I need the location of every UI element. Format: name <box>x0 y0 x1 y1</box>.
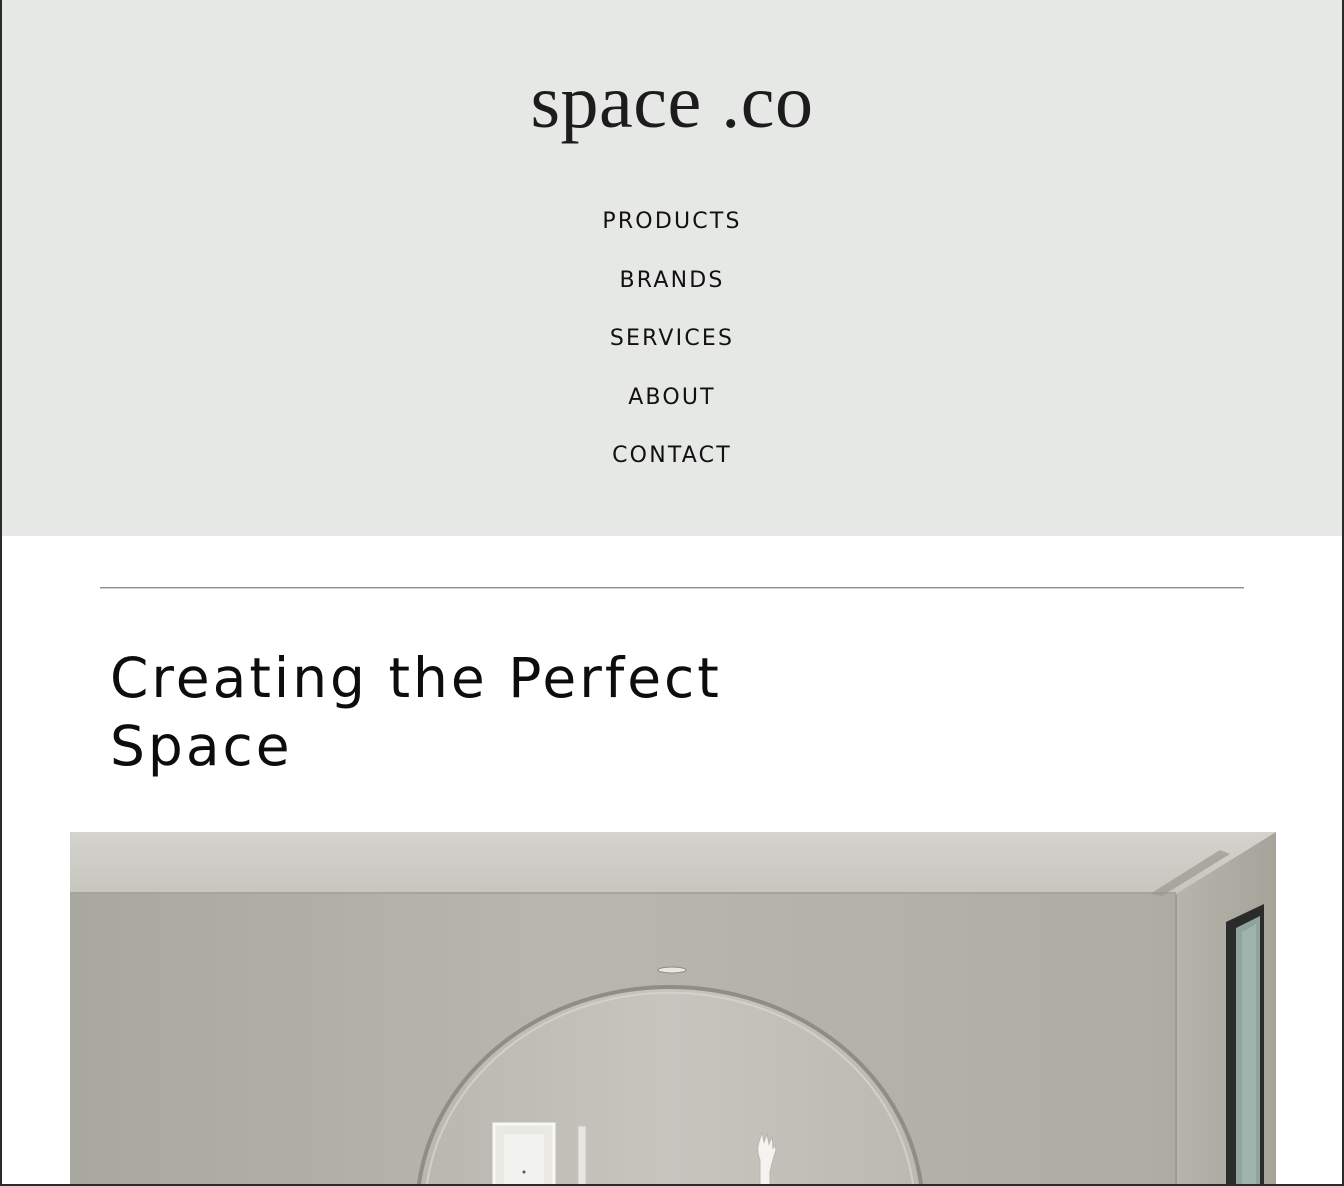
nav-link-about[interactable]: ABOUT <box>628 378 716 437</box>
nav-item-about: ABOUT <box>2 378 1342 437</box>
main-nav: PRODUCTS BRANDS SERVICES ABOUT CONTACT <box>2 202 1342 495</box>
nav-item-services: SERVICES <box>2 319 1342 378</box>
nav-link-contact[interactable]: CONTACT <box>612 436 732 495</box>
section-divider <box>100 587 1244 589</box>
hero-image <box>70 832 1276 1184</box>
nav-link-services[interactable]: SERVICES <box>610 319 734 378</box>
site-header: space .co PRODUCTS BRANDS SERVICES ABOUT… <box>2 0 1342 536</box>
ceiling <box>70 832 1276 894</box>
leaning-frame <box>577 1125 587 1184</box>
page: space .co PRODUCTS BRANDS SERVICES ABOUT… <box>0 0 1344 1186</box>
nav-item-brands: BRANDS <box>2 261 1342 320</box>
nav-link-products[interactable]: PRODUCTS <box>602 202 741 261</box>
site-logo[interactable]: space .co <box>2 62 1342 142</box>
nav-item-products: PRODUCTS <box>2 202 1342 261</box>
page-headline: Creating the Perfect Space <box>110 646 722 778</box>
nav-item-contact: CONTACT <box>2 436 1342 495</box>
nav-link-brands[interactable]: BRANDS <box>619 261 724 320</box>
hero-interior-illustration <box>70 832 1276 1184</box>
